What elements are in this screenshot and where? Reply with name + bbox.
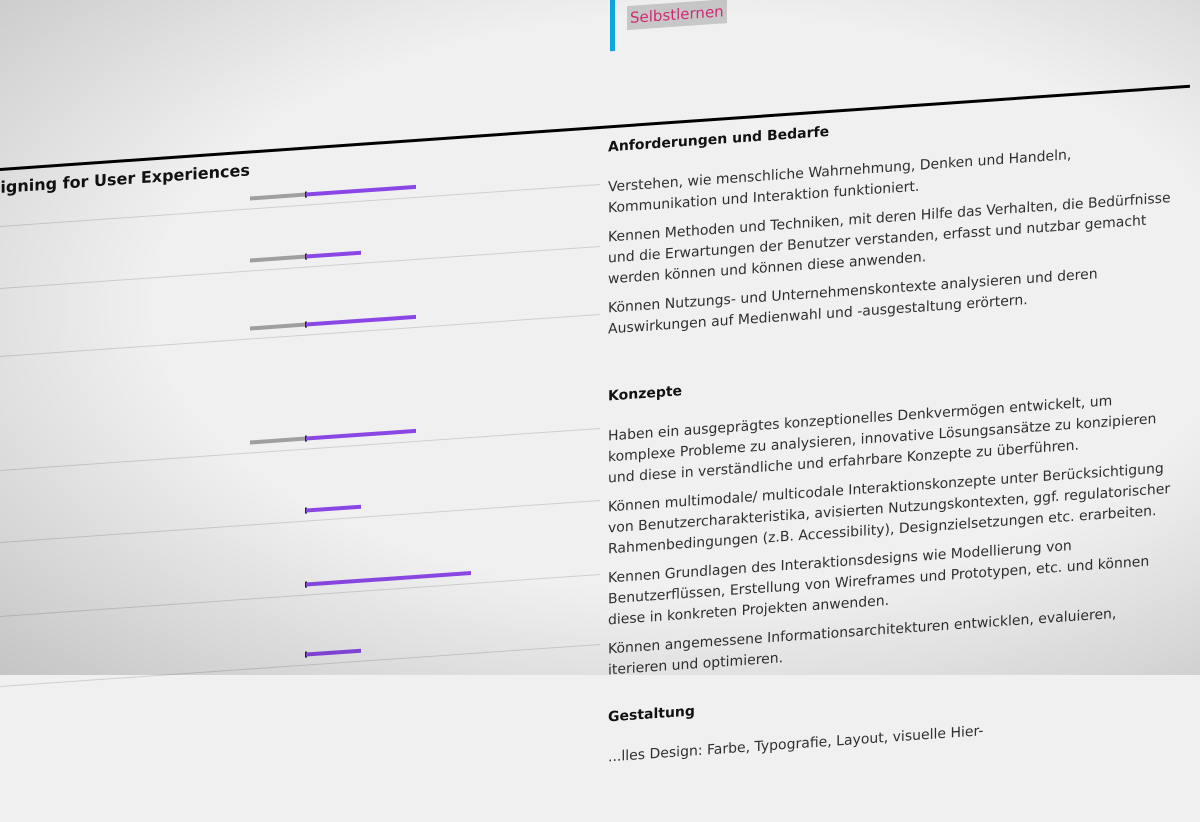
competency-row bbox=[0, 300, 600, 360]
level-bar bbox=[306, 504, 361, 513]
competency-rows bbox=[0, 0, 1200, 690]
competency-row bbox=[0, 414, 600, 474]
section-anforderungen: Anforderungen und Bedarfe Verstehen, wie… bbox=[608, 100, 1178, 341]
section-konzepte: Konzepte Haben ein ausgeprägtes konzepti… bbox=[608, 349, 1178, 682]
level-bar bbox=[306, 571, 471, 587]
level-bar bbox=[306, 648, 361, 657]
level-bar bbox=[306, 314, 416, 327]
competency-row bbox=[0, 630, 600, 690]
level-track bbox=[250, 192, 306, 201]
active-tab-indicator bbox=[610, 0, 615, 52]
level-bar bbox=[306, 428, 416, 441]
competency-row bbox=[0, 486, 600, 546]
level-track bbox=[250, 254, 306, 263]
mode-tab-selbstlernen[interactable]: Selbstlernen bbox=[627, 0, 727, 31]
level-track bbox=[250, 322, 306, 331]
competency-row bbox=[0, 560, 600, 620]
level-bar bbox=[306, 250, 361, 259]
level-track bbox=[250, 436, 306, 445]
section-gestaltung: Gestaltung ...lles Design: Farbe, Typogr… bbox=[608, 670, 1178, 769]
competency-row bbox=[0, 232, 600, 292]
page-canvas: Selbstlernen esigning for User Experienc… bbox=[0, 0, 1200, 765]
level-bar bbox=[306, 184, 416, 197]
